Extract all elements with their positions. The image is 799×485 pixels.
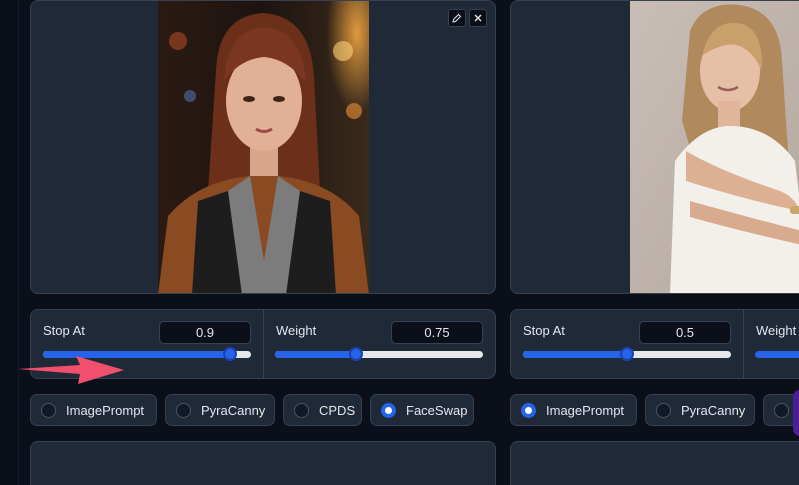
portrait-photo [630,1,799,293]
radio-faceswap[interactable]: FaceSwap [370,394,474,426]
advanced-panel [510,441,799,485]
radio-label: PyraCanny [681,402,746,418]
weight-control: Weight 0.75 [264,310,495,378]
image-toolbar [448,9,487,27]
radio-button[interactable] [521,402,536,418]
stop-at-input[interactable]: 0.9 [159,321,251,344]
stop-at-slider-thumb[interactable] [620,347,634,361]
weight-slider-fill [275,351,357,358]
stop-at-input[interactable]: 0.5 [639,321,731,344]
stop-at-slider[interactable] [523,347,731,361]
radio-imageprompt[interactable]: ImagePrompt [510,394,637,426]
image-upload-panel[interactable] [510,0,799,294]
weight-label: Weight [756,323,797,338]
image-upload-panel[interactable] [30,0,496,294]
stop-at-slider-fill [523,351,627,358]
radio-button[interactable] [656,402,671,418]
portrait-photo-art [158,1,369,293]
scroll-edge-indicator [793,390,799,436]
stop-at-slider-thumb[interactable] [223,347,238,361]
clear-image-button[interactable] [469,9,487,27]
radio-button[interactable] [294,402,309,418]
stop-at-control: Stop At 0.5 [511,310,743,378]
portrait-photo [158,1,369,293]
radio-button[interactable] [774,402,789,418]
weight-input[interactable]: 0.75 [391,321,483,344]
annotation-arrow-icon [18,356,124,384]
radio-pyracanny[interactable]: PyraCanny [645,394,755,426]
pencil-icon [452,13,462,23]
radio-button[interactable] [176,402,191,418]
edit-image-button[interactable] [448,9,466,27]
radio-imageprompt[interactable]: ImagePrompt [30,394,157,426]
stop-at-label: Stop At [523,323,565,338]
slider-panel: Stop At 0.5 Weight [510,309,799,379]
weight-slider-thumb[interactable] [349,347,364,361]
weight-control: Weight [744,310,799,378]
radio-label: ImagePrompt [546,402,625,418]
radio-label: ImagePrompt [66,402,145,418]
radio-pyracanny[interactable]: PyraCanny [165,394,275,426]
radio-button[interactable] [41,402,56,418]
radio-label: CPDS [319,402,356,418]
radio-label: FaceSwap [406,402,468,418]
weight-slider[interactable] [755,351,799,358]
radio-button[interactable] [381,402,396,418]
portrait-photo-art [630,1,799,293]
stop-at-label: Stop At [43,323,85,338]
weight-slider[interactable] [275,347,483,361]
advanced-panel [30,441,496,485]
close-icon [474,14,482,22]
column-divider [18,0,19,485]
weight-label: Weight [276,323,317,338]
radio-label: PyraCanny [201,402,266,418]
radio-cpds[interactable]: CPDS [283,394,362,426]
